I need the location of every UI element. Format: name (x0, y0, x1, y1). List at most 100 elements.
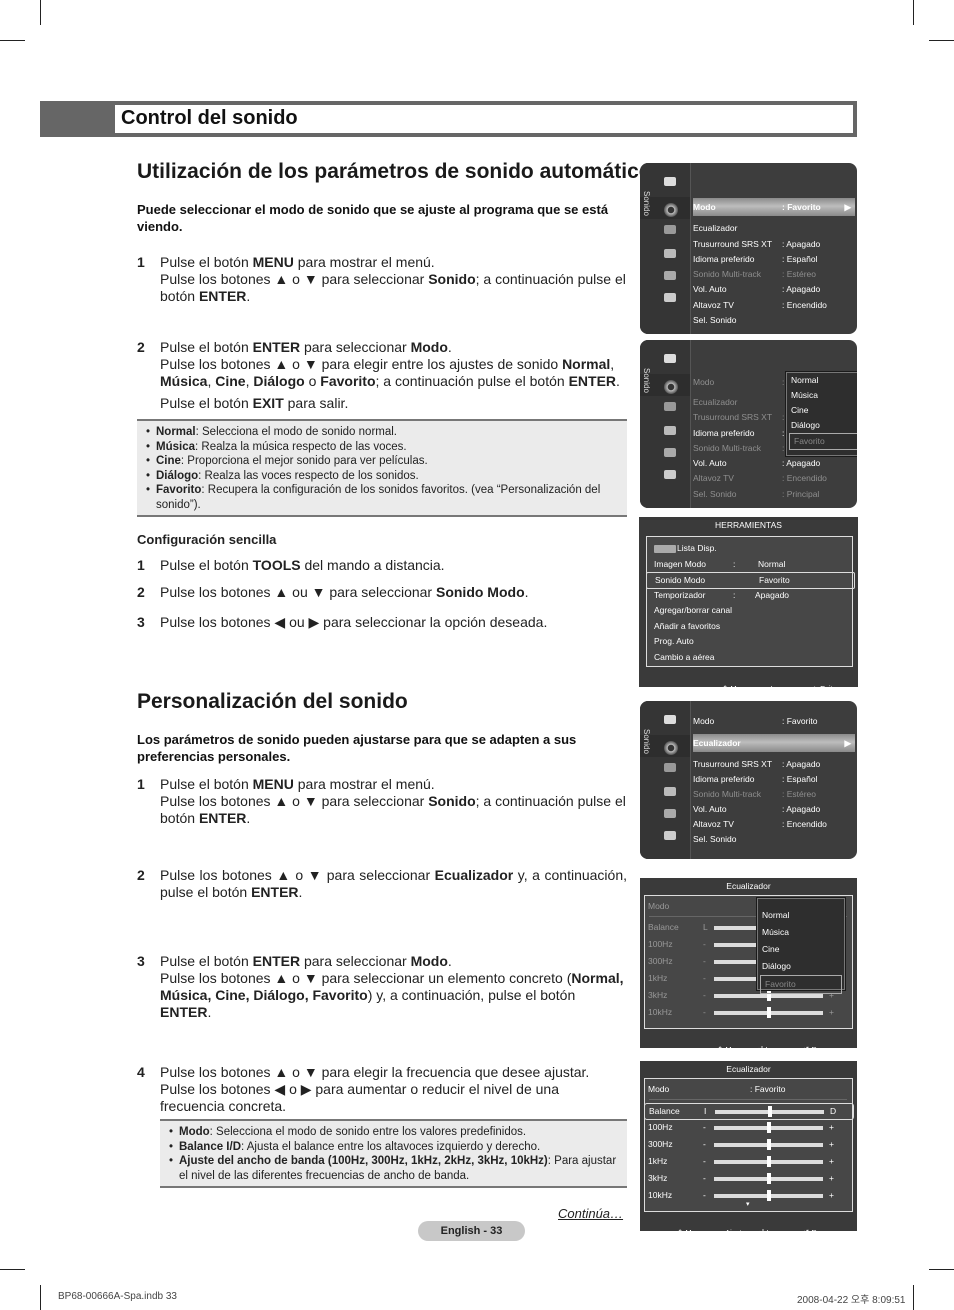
print-date-label: 2008-04-22 오후 8:09:51 (797, 1295, 906, 1306)
step-number: 3 (137, 953, 145, 969)
picture-icon[interactable] (664, 177, 676, 186)
menu-row-sonido-multi-track[interactable]: Sonido Multi-track: Estéreo (693, 267, 855, 282)
tools-row-sonido-modo[interactable]: Sonido Modo Favorito (646, 572, 855, 589)
tools-row-imagen-modo[interactable]: Imagen Modo: Normal (646, 557, 855, 572)
eq-slider-thumb[interactable] (766, 1173, 771, 1184)
eq-band-min: - (703, 1007, 706, 1017)
menu-row-idioma-preferido[interactable]: Idioma preferido: Español (693, 772, 855, 787)
menu-row-ecualizador[interactable]: Ecualizador (693, 221, 855, 236)
menu-row-label: Idioma preferido (693, 254, 755, 264)
step-number: 1 (137, 776, 145, 792)
channel-icon[interactable] (664, 763, 676, 772)
eq-band-300hz[interactable]: 300Hz - + (644, 1137, 854, 1152)
tools-row-agregar-borrar-canal[interactable]: Agregar/borrar canal (646, 603, 855, 618)
menu-row-sel-sonido[interactable]: Sel. Sonido (693, 832, 855, 847)
mode-option[interactable]: Normal (758, 907, 844, 924)
setup-icon[interactable] (664, 249, 676, 258)
menu-row-value: : Apagado (782, 458, 821, 468)
eq-band-100hz[interactable]: 100Hz - + (644, 1120, 854, 1135)
menu-row-ecualizador[interactable]: Ecualizador ▶ (693, 734, 855, 752)
setup-icon[interactable] (664, 787, 676, 796)
sound-icon[interactable] (664, 741, 678, 755)
menu-row-vol-auto[interactable]: Vol. Auto: Apagado (693, 802, 855, 817)
eq-band-label: 3kHz (648, 1173, 668, 1183)
tools-row-label: Cambio a aérea (654, 651, 715, 662)
picture-icon[interactable] (664, 715, 676, 724)
eq-slider-thumb[interactable] (767, 1106, 772, 1117)
menu-row-label: Altavoz TV (693, 300, 734, 310)
menu-row-vol-auto[interactable]: Vol. Auto: Apagado (693, 456, 855, 471)
menu-row-altavoz-tv[interactable]: Altavoz TV: Encendido (693, 298, 855, 313)
menu-row-value: : Estéreo (782, 789, 817, 799)
eq-band-balance[interactable]: Balance I D (644, 1103, 854, 1120)
step-text: Pulse el botón MENU para mostrar el menú… (160, 776, 626, 826)
eq-slider-thumb[interactable] (766, 1122, 771, 1133)
section1-lead: Puede seleccionar el modo de sonido que … (137, 202, 609, 234)
menu-row-label: Modo (693, 202, 716, 212)
eq-band-min: - (703, 1173, 706, 1183)
osd-sidebar: Sonido (640, 163, 691, 334)
mode-option[interactable]: Diálogo (758, 958, 844, 975)
title-bar: Control del sonido (40, 101, 857, 137)
sound-icon[interactable] (664, 203, 678, 217)
menu-row-label: Sel. Sonido (693, 834, 737, 844)
input-icon[interactable] (664, 448, 676, 457)
channel-icon[interactable] (664, 225, 676, 234)
eq-slider-thumb[interactable] (766, 1007, 771, 1018)
setup-icon[interactable] (664, 426, 676, 435)
eq-band-3khz[interactable]: 3kHz - + (644, 1171, 854, 1186)
menu-row-sel-sonido[interactable]: Sel. Sonido: Principal (693, 487, 855, 502)
menu-row-value: : Encendido (782, 819, 827, 829)
menu-row-sonido-multi-track[interactable]: Sonido Multi-track: Estéreo (693, 787, 855, 802)
application-icon[interactable] (664, 831, 676, 840)
input-icon[interactable] (664, 809, 676, 818)
mode-option[interactable]: Favorito (760, 975, 842, 994)
picture-icon[interactable] (664, 354, 676, 363)
menu-row-sel-sonido[interactable]: Sel. Sonido (693, 313, 855, 328)
menu-row-trusurround-srs-xt[interactable]: Trusurround SRS XT: Apagado (693, 237, 855, 252)
note-text: : Selecciona el modo de sonido entre los… (209, 1126, 527, 1138)
scroll-down-icon[interactable]: ▾ (746, 1200, 750, 1208)
menu-row-altavoz-tv[interactable]: Altavoz TV: Encendido (693, 471, 855, 486)
application-icon[interactable] (664, 293, 676, 302)
eq-slider-thumb[interactable] (766, 1190, 771, 1201)
tools-row-prog-auto[interactable]: Prog. Auto (646, 634, 855, 649)
tools-row-cambio-a-a-rea[interactable]: Cambio a aérea (646, 650, 855, 665)
menu-row-modo[interactable]: Modo: Favorito (693, 714, 855, 729)
mode-option[interactable]: Cine (787, 403, 857, 418)
menu-row-trusurround-srs-xt[interactable]: Trusurround SRS XT: Apagado (693, 757, 855, 772)
eq-band-10khz[interactable]: 10kHz - + (644, 1005, 854, 1020)
mode-option[interactable]: Música (787, 388, 857, 403)
menu-row-modo[interactable]: Modo: Favorito ▶ (693, 198, 855, 216)
menu-row-vol-auto[interactable]: Vol. Auto: Apagado (693, 282, 855, 297)
sidebar-label: Sonido (642, 368, 651, 393)
menu-row-altavoz-tv[interactable]: Altavoz TV: Encendido (693, 817, 855, 832)
eq-band-label: 100Hz (648, 1122, 673, 1132)
crop-mark (0, 1269, 25, 1270)
easy-setup-heading: Configuración sencilla (137, 532, 277, 547)
eq-slider-thumb[interactable] (766, 1139, 771, 1150)
tools-row-temporizador[interactable]: Temporizador: Apagado (646, 588, 855, 603)
eq-band-1khz[interactable]: 1kHz - + (644, 1154, 854, 1169)
eq-mode-row[interactable]: Modo: Favorito (644, 1082, 854, 1097)
mode-option[interactable]: Favorito (789, 433, 857, 450)
tools-row-a-adir-a-favoritos[interactable]: Añadir a favoritos (646, 619, 855, 634)
mode-option[interactable]: Música (758, 924, 844, 941)
tools-row-lista-disp-[interactable]: Lista Disp. (646, 541, 855, 556)
menu-row-value: : Favorito (782, 716, 818, 726)
mode-option[interactable]: Cine (758, 941, 844, 958)
mode-option[interactable]: Diálogo (787, 418, 857, 433)
input-icon[interactable] (664, 271, 676, 280)
move-hint: ⇕ Mover (677, 1228, 707, 1237)
eq-band-min: - (703, 990, 706, 1000)
channel-icon[interactable] (664, 402, 676, 411)
note-term: Modo (179, 1126, 210, 1138)
eq-slider-thumb[interactable] (766, 1156, 771, 1167)
mode-option[interactable]: Normal (787, 373, 857, 388)
note-item: Diálogo: Realza las voces respecto de lo… (146, 469, 619, 484)
easy-step-1: 1 Pulse el botón TOOLS del mando a dista… (137, 557, 627, 574)
application-icon[interactable] (664, 470, 676, 479)
menu-row-label: Trusurround SRS XT (693, 239, 773, 249)
menu-row-idioma-preferido[interactable]: Idioma preferido: Español (693, 252, 855, 267)
sound-icon[interactable] (664, 380, 678, 394)
